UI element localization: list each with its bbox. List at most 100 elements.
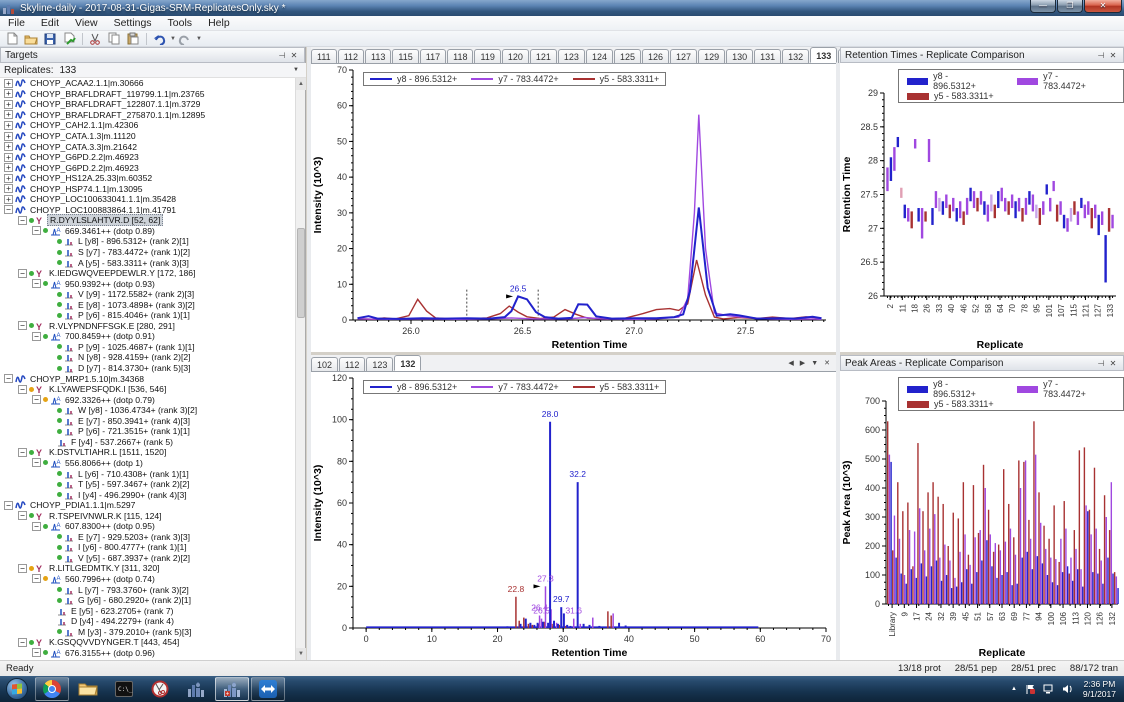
- expand-icon[interactable]: +: [4, 131, 13, 141]
- tree-item[interactable]: + CHOYP_LOC100633041.1.1|m.35428: [0, 194, 296, 205]
- expand-icon[interactable]: +: [4, 78, 13, 88]
- tree-item-label[interactable]: D [y7] - 814.3730+ (rank 5)[3]: [76, 363, 193, 373]
- taskbar-icon-snipping-tool[interactable]: [143, 677, 177, 701]
- tree-item[interactable]: − Y R.TSPEIVNWLR.K [115, 124]: [0, 510, 296, 521]
- collapse-icon[interactable]: −: [18, 447, 27, 457]
- tree-item-label[interactable]: P [y9] - 1025.4687+ (rank 1)[1]: [76, 342, 197, 352]
- tree-item-label[interactable]: 560.7996++ (dotp 0.74): [63, 574, 157, 584]
- chromatogram-tab-119[interactable]: 119: [474, 49, 501, 63]
- expand-icon[interactable]: +: [4, 120, 13, 130]
- menu-item-view[interactable]: View: [67, 16, 106, 30]
- tree-item-label[interactable]: S [y7] - 783.4472+ (rank 1)[2]: [76, 247, 192, 257]
- pin-icon[interactable]: ⊣: [1095, 50, 1107, 61]
- chromatogram-tab-123[interactable]: 123: [557, 49, 585, 63]
- tree-item-label[interactable]: W [y8] - 1036.4734+ (rank 3)[2]: [76, 405, 199, 415]
- expand-icon[interactable]: +: [4, 152, 13, 162]
- tree-item[interactable]: N [y8] - 928.4159+ (rank 2)[2]: [0, 352, 296, 363]
- tree-item-label[interactable]: CHOYP_BRAFLDRAFT_275870.1.1|m.12895: [28, 110, 207, 120]
- tree-item-label[interactable]: I [y4] - 496.2990+ (rank 4)[3]: [76, 490, 189, 500]
- close-icon[interactable]: ✕: [821, 359, 833, 367]
- scroll-down-icon[interactable]: ▼: [296, 648, 306, 660]
- tree-item-label[interactable]: CHOYP_G6PD.2.2|m.46923: [28, 152, 141, 162]
- tree-item[interactable]: − A 560.7996++ (dotp 0.74): [0, 574, 296, 585]
- tree-item[interactable]: G [y6] - 680.2920+ (rank 2)[1]: [0, 595, 296, 606]
- tree-item[interactable]: + CHOYP_HS12A.25.33|m.60352: [0, 173, 296, 184]
- tree-item[interactable]: + CHOYP_BRAFLDRAFT_275870.1.1|m.12895: [0, 110, 296, 121]
- tree-item-label[interactable]: V [y5] - 687.3937+ (rank 2)[2]: [76, 553, 192, 563]
- scroll-up-icon[interactable]: ▲: [296, 78, 306, 90]
- tree-item-label[interactable]: K.DSTVLTIAHR.L [1511, 1520]: [47, 447, 168, 457]
- tree-item-label[interactable]: K.LYAWEPSFQDK.I [536, 546]: [47, 384, 168, 394]
- tree-item[interactable]: P [y6] - 815.4046+ (rank 1)[1]: [0, 310, 296, 321]
- scroll-right-icon[interactable]: ▶: [797, 359, 808, 367]
- tree-item-label[interactable]: N [y8] - 928.4159+ (rank 2)[2]: [76, 352, 193, 362]
- taskbar-icon-chrome[interactable]: [35, 677, 69, 701]
- tree-item[interactable]: V [y5] - 687.3937+ (rank 2)[2]: [0, 553, 296, 564]
- tree-item-label[interactable]: M [y3] - 379.2010+ (rank 5)[3]: [76, 627, 193, 637]
- tree-item[interactable]: F [y4] - 537.2667+ (rank 5): [0, 437, 296, 448]
- tree-item-label[interactable]: CHOYP_CAH2.1.1|m.42306: [28, 120, 140, 130]
- menu-item-edit[interactable]: Edit: [33, 16, 67, 30]
- menu-item-tools[interactable]: Tools: [160, 16, 201, 30]
- scroll-left-icon[interactable]: ◀: [785, 359, 796, 367]
- tree-item[interactable]: + CHOYP_CAH2.1.1|m.42306: [0, 120, 296, 131]
- tree-item-label[interactable]: CHOYP_PDIA1.1.1|m.5297: [28, 500, 137, 510]
- tree-item[interactable]: − A 607.8300++ (dotp 0.95): [0, 521, 296, 532]
- tree-item[interactable]: − A 669.3461++ (dotp 0.89): [0, 226, 296, 237]
- tree-item-label[interactable]: K.IEDGWQVEEPDEWLR.Y [172, 186]: [47, 268, 197, 278]
- collapse-icon[interactable]: −: [18, 384, 27, 394]
- tree-item[interactable]: V [y9] - 1172.5582+ (rank 2)[3]: [0, 289, 296, 300]
- chromatogram-tab-125[interactable]: 125: [613, 49, 641, 63]
- tree-item-label[interactable]: F [y4] - 537.2667+ (rank 5): [69, 437, 175, 447]
- collapse-icon[interactable]: −: [18, 215, 27, 225]
- tree-item[interactable]: + CHOYP_CATA.1.3|m.11120: [0, 131, 296, 142]
- tree-item-label[interactable]: 607.8300++ (dotp 0.95): [63, 521, 157, 531]
- tree-item-label[interactable]: CHOYP_BRAFLDRAFT_119799.1.1|m.23765: [28, 89, 207, 99]
- collapse-icon[interactable]: −: [18, 268, 27, 278]
- tree-item[interactable]: + CHOYP_CATA.3.3|m.21642: [0, 141, 296, 152]
- close-button[interactable]: ✕: [1084, 0, 1122, 13]
- collapse-icon[interactable]: −: [18, 321, 27, 331]
- tree-item-label[interactable]: A [y5] - 583.3311+ (rank 3)[3]: [76, 258, 191, 268]
- chromatogram-tab-111[interactable]: 111: [311, 49, 337, 63]
- tree-item[interactable]: I [y4] - 496.2990+ (rank 4)[3]: [0, 489, 296, 500]
- tree-item-label[interactable]: CHOYP_G6PD.2.2|m.46923: [28, 163, 141, 173]
- tree-item[interactable]: + CHOYP_G6PD.2.2|m.46923: [0, 162, 296, 173]
- tree-item[interactable]: − CHOYP_PDIA1.1.1|m.5297: [0, 500, 296, 511]
- chromatogram-tab-113[interactable]: 113: [365, 49, 392, 63]
- chromatogram-tab-133[interactable]: 133: [810, 47, 838, 63]
- volume-icon[interactable]: [1062, 684, 1073, 694]
- tree-item-label[interactable]: E [y5] - 623.2705+ (rank 7): [69, 606, 175, 616]
- menu-item-help[interactable]: Help: [200, 16, 238, 30]
- tree-item[interactable]: I [y6] - 800.4777+ (rank 1)[1]: [0, 542, 296, 553]
- tree-item[interactable]: − A 676.3155++ (dotp 0.96): [0, 648, 296, 659]
- tree-item[interactable]: D [y7] - 814.3730+ (rank 5)[3]: [0, 363, 296, 374]
- tree-item-label[interactable]: 700.8459++ (dotp 0.91): [63, 331, 157, 341]
- tree-item[interactable]: P [y9] - 1025.4687+ (rank 1)[1]: [0, 342, 296, 353]
- taskbar-icon-explorer[interactable]: [71, 677, 105, 701]
- undo-icon[interactable]: [150, 32, 168, 46]
- tree-item-label[interactable]: G [y6] - 680.2920+ (rank 2)[1]: [76, 595, 193, 605]
- tree-item[interactable]: − Y R.LITLGEDMTK.Y [311, 320]: [0, 563, 296, 574]
- redo-icon[interactable]: [176, 32, 194, 46]
- tree-item-label[interactable]: CHOYP_HS12A.25.33|m.60352: [28, 173, 154, 183]
- network-icon[interactable]: [1043, 684, 1054, 694]
- collapse-icon[interactable]: −: [32, 331, 41, 341]
- tree-item-label[interactable]: CHOYP_ACAA2.1.1|m.30666: [28, 78, 146, 88]
- chromatogram-tab-129[interactable]: 129: [698, 49, 726, 63]
- chromatogram-tab-118[interactable]: 118: [447, 49, 474, 63]
- tree-item[interactable]: + CHOYP_HSP74.1.1|m.13095: [0, 183, 296, 194]
- minimize-button[interactable]: —: [1030, 0, 1056, 13]
- tree-item-label[interactable]: CHOYP_HSP74.1.1|m.13095: [28, 184, 145, 194]
- new-document-icon[interactable]: [3, 32, 21, 46]
- save-icon[interactable]: [41, 32, 59, 46]
- collapse-icon[interactable]: −: [32, 648, 41, 658]
- tree-item[interactable]: M [y3] - 379.2010+ (rank 5)[3]: [0, 626, 296, 637]
- collapse-icon[interactable]: −: [32, 226, 41, 236]
- tree-item-label[interactable]: I [y6] - 800.4777+ (rank 1)[1]: [76, 542, 189, 552]
- expand-icon[interactable]: +: [4, 194, 13, 204]
- chromatogram-tab-131[interactable]: 131: [754, 49, 782, 63]
- tree-item-label[interactable]: V [y9] - 1172.5582+ (rank 2)[3]: [76, 289, 196, 299]
- chromatogram-tab-117[interactable]: 117: [419, 49, 447, 63]
- collapse-icon[interactable]: −: [32, 279, 41, 289]
